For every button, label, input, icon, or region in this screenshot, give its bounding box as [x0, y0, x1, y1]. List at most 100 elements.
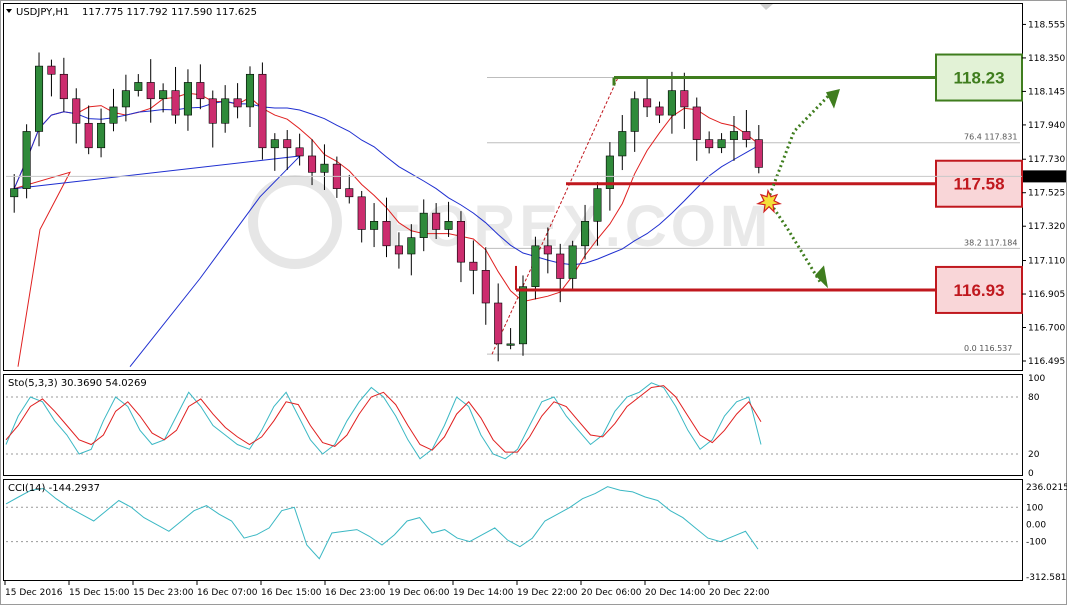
y-tick-label: 117.320: [1028, 222, 1065, 232]
candle-body: [59, 73, 68, 100]
candle-body: [717, 139, 726, 149]
candle-body: [233, 98, 242, 108]
candle-body: [258, 73, 267, 149]
candle-body: [84, 122, 93, 149]
y-tick-label: 117.525: [1028, 189, 1065, 199]
candle-body: [320, 163, 329, 173]
x-tick-label: 19 Dec 14:00: [453, 588, 514, 598]
usdjpy-chart[interactable]: FOREX.COM USDJPY,H1 117.775 117.792 117.…: [0, 0, 1067, 605]
current-price-label: 117.625: [1026, 172, 1063, 182]
candle: [518, 275, 528, 356]
candle-body: [618, 131, 627, 157]
y-tick-label: 118.555: [1028, 20, 1065, 30]
cci-axis-label: 236.0215: [1026, 483, 1067, 493]
y-tick-label: 116.495: [1028, 357, 1065, 367]
candle-body: [183, 82, 192, 116]
candle-body: [97, 122, 106, 149]
candle-body: [643, 98, 652, 108]
candle-body: [481, 270, 490, 304]
candle-body: [171, 90, 180, 116]
candle-body: [456, 221, 465, 263]
stoch-axis-label: 0: [1028, 469, 1034, 479]
x-tick-label: 19 Dec 06:00: [389, 588, 450, 598]
candle-body: [134, 82, 143, 91]
x-tick-label: 20 Dec 14:00: [645, 588, 706, 598]
candle-body: [705, 139, 714, 149]
candle-body: [357, 196, 366, 230]
ohlc-values: 117.775 117.792 117.590 117.625: [82, 7, 257, 18]
y-tick-label: 116.905: [1028, 290, 1065, 300]
x-tick-label: 20 Dec 22:00: [709, 588, 770, 598]
candle-body: [35, 65, 44, 132]
candle-body: [729, 131, 738, 140]
fib-level-label: 76.4 117.831: [964, 133, 1017, 142]
candle-body: [47, 65, 56, 75]
candle-body: [159, 90, 168, 100]
candle-body: [394, 245, 403, 255]
candle-body: [382, 221, 391, 247]
candle-body: [72, 98, 81, 124]
y-tick-label: 117.940: [1028, 121, 1065, 131]
candle-body: [109, 106, 118, 124]
candle-body: [506, 343, 515, 346]
y-tick-label: 116.700: [1028, 324, 1065, 334]
candle-body: [432, 212, 441, 230]
candle-body: [581, 221, 590, 247]
cci-axis-label: 0.00: [1026, 520, 1046, 530]
x-tick-label: 19 Dec 22:00: [517, 588, 578, 598]
candle-body: [245, 73, 255, 108]
level-box-label: 117.58: [953, 175, 1004, 194]
candle-body: [754, 139, 763, 168]
candle-body: [667, 90, 676, 116]
candle-body: [221, 98, 230, 124]
level-box-label: 116.93: [953, 281, 1004, 300]
candle-body: [270, 139, 279, 149]
candle: [258, 62, 267, 160]
candle-body: [121, 90, 130, 108]
watermark-text: FOREX.COM: [385, 194, 772, 259]
candle-body: [308, 155, 317, 173]
candle-body: [196, 82, 205, 100]
y-tick-label: 118.350: [1028, 54, 1065, 64]
candle-body: [692, 106, 701, 140]
cci-label: CCI(14) -144.2937: [8, 483, 100, 494]
stoch-axis-label: 80: [1028, 393, 1040, 403]
x-tick-label: 16 Dec 23:00: [325, 588, 386, 598]
cci-axis-label: -312.5817: [1026, 573, 1067, 583]
candle-body: [494, 302, 503, 345]
fib-level-label: 0.0 116.537: [964, 344, 1012, 353]
candle-body: [568, 245, 577, 279]
candle-body: [370, 221, 379, 230]
candle-body: [469, 261, 478, 271]
x-tick-label: 15 Dec 23:00: [133, 588, 194, 598]
candle-body: [655, 106, 664, 116]
candle-body: [407, 237, 416, 255]
candle-body: [444, 221, 453, 230]
x-tick-label: 20 Dec 06:00: [581, 588, 642, 598]
cci-axis-label: -100: [1026, 538, 1047, 548]
candle-body: [518, 286, 528, 345]
candle-body: [208, 98, 217, 124]
candle-body: [345, 188, 354, 198]
candle-body: [146, 82, 155, 100]
candle-body: [593, 188, 602, 222]
candle: [22, 124, 31, 199]
candle-body: [742, 131, 751, 140]
x-tick-label: 16 Dec 07:00: [197, 588, 258, 598]
y-tick-label: 118.145: [1028, 87, 1065, 97]
x-tick-label: 15 Dec 2016: [5, 588, 63, 598]
candle-body: [531, 245, 540, 287]
cci-axis-label: 100: [1026, 503, 1043, 513]
x-tick-label: 16 Dec 15:00: [261, 588, 322, 598]
fib-level-label: 38.2 117.184: [964, 238, 1017, 247]
y-tick-label: 117.730: [1028, 155, 1065, 165]
candle-body: [419, 212, 428, 238]
candle-body: [295, 147, 304, 157]
symbol-label: USDJPY,H1: [16, 7, 69, 18]
stochastic-label: Sto(5,3,3) 30.3690 54.0269: [8, 378, 147, 389]
candle-body: [556, 253, 565, 279]
candle-body: [543, 245, 552, 255]
candle-body: [22, 131, 31, 189]
stoch-axis-label: 20: [1028, 450, 1040, 460]
y-tick-label: 117.110: [1028, 257, 1065, 267]
